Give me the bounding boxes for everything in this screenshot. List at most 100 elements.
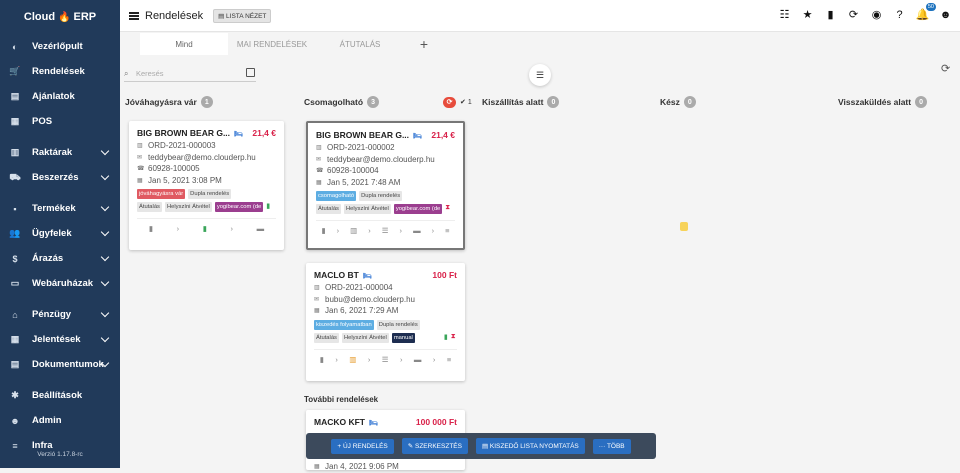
selected-count: ✔ 1 [460,99,472,106]
truck-icon[interactable]: ▬ [414,355,422,364]
column-count: 0 [683,96,696,108]
star-icon[interactable]: ★ [801,8,814,21]
sidebar-item-5[interactable]: ▥ Raktárak [0,140,120,165]
server-icon: ≡ [12,440,18,451]
chevron-down-icon [100,252,110,262]
select-all-checkbox[interactable] [246,68,255,77]
print-picklist-button[interactable]: ▤ KISZEDŐ LISTA NYOMTATÁS [475,438,585,454]
order-card[interactable]: BIG BROWN BEAR G... 🛏 21,4 € ▥ ORD-2021-000… [129,121,284,250]
card-actions: ▮ › ▮ › ▬ [137,218,276,233]
phone-line: ☎ 60928-100004 [316,165,455,177]
filter-button[interactable]: ☰ [529,64,551,86]
delivery-badge: Helyszíni Átvétel [164,202,212,212]
sync-icon[interactable]: ⟳ [847,8,860,21]
envelope-icon: ✉ [314,296,320,303]
sidebar-item-10[interactable]: ▭ Webáruházak [0,271,120,296]
app-logo[interactable]: Cloud 🔥 ERP [0,0,120,34]
sidebar-item-label: Rendelések [32,66,85,77]
sidebar-item-label: Árazás [32,253,64,264]
bed-icon: 🛏 [362,273,372,280]
tab-today[interactable]: MAI RENDELÉSEK [228,33,316,55]
order-card[interactable]: MACLO BT 🛏 100 Ft ▥ ORD-2021-000004 ✉ bubu@d… [306,263,465,381]
chevron-down-icon [100,146,110,156]
warehouse-icon[interactable]: ▥ [349,355,356,364]
filter-icon: ☰ [535,69,545,80]
tab-all[interactable]: Mind [140,33,228,55]
delivery-badge: Helyszíni Átvétel [343,204,391,214]
list-view-button[interactable]: ▤ LISTA NÉZET [213,8,272,23]
new-order-button[interactable]: + ÚJ RENDELÉS [331,438,394,454]
refresh-icon[interactable]: ⟳ [941,62,950,75]
hourglass-icon: ⧗ [445,204,451,211]
card-title: MACKO KFT 🛏 100 000 Ft [314,417,457,427]
sidebar-item-13[interactable]: ▤ Dokumentumok [0,352,120,377]
edit-button[interactable]: ✎ SZERKESZTÉS [401,438,468,454]
sidebar-item-9[interactable]: $ Árazás [0,246,120,271]
done-icon[interactable]: ≡ [445,226,449,235]
sidebar-item-3[interactable]: ▤ Ajánlatok [0,84,120,109]
clear-selection-icon[interactable]: ⟳ [443,96,457,108]
search-field[interactable]: ⌕ Keresés [124,66,256,82]
status-badge: csomagolható [316,191,357,201]
top-icons: ☷ ★ ▮ ⟳ ◉ ? 🔔 50 ☻ [778,3,952,21]
sidebar-item-1[interactable]: ◐ Vezérlőpult [0,34,120,59]
chevron-down-icon [100,202,110,212]
trash-icon[interactable]: ▮ [149,224,153,233]
order-price: 21,4 € [252,128,276,138]
help-icon[interactable]: ? [893,8,906,21]
document-icon[interactable]: ▮ [320,355,324,364]
sidebar-item-2[interactable]: 🛒 Rendelések [0,59,120,84]
sidebar-item-6[interactable]: ⛟ Beszerzés [0,165,120,190]
approve-icon[interactable]: ▮ [203,224,207,233]
bank-icon: ⌂ [12,309,18,320]
tasks-icon[interactable]: ☷ [778,8,791,21]
order-date: Jan 6, 2021 7:29 AM [325,306,399,316]
list-icon[interactable]: ☰ [382,226,389,235]
sidebar-item-label: Termékek [32,203,76,214]
warehouse-icon[interactable]: ▥ [350,226,357,235]
document-icon[interactable]: ▮ [322,226,326,235]
store-badge: manual [391,332,415,343]
building-icon[interactable]: ▮ [824,8,837,21]
order-card-selected[interactable]: BIG BROWN BEAR G... 🛏 21,4 € ▥ ORD-2021-000… [306,121,465,250]
card-title: MACLO BT 🛏 100 Ft [314,270,457,280]
list-view-label: LISTA NÉZET [226,12,267,20]
page-title: Rendelések [145,9,204,22]
bell-icon[interactable]: 🔔 50 [916,3,936,21]
sidebar-item-label: Ügyfelek [32,228,72,239]
list-icon[interactable]: ☰ [382,355,389,364]
column-header-packable: Csomagolható 3 ⟳ ✔ 1 [304,96,472,108]
sidebar-item-4[interactable]: ▦ POS [0,109,120,134]
sidebar-item-label: POS [32,116,53,127]
sidebar-item-11[interactable]: ⌂ Pénzügy [0,302,120,327]
app-version: Verzió 1.17.8-rc [37,451,83,458]
duplicate-badge: Dupla rendelés [188,189,232,199]
order-date: Jan 5, 2021 7:48 AM [327,177,401,187]
sidebar-item-label: Pénzügy [32,309,72,320]
done-icon[interactable]: ≡ [447,355,451,364]
sidebar-item-12[interactable]: ▦ Jelentések [0,327,120,352]
more-button[interactable]: ··· TÖBB [592,438,631,454]
phone-icon: ☎ [316,168,324,175]
column-count: 0 [915,96,928,108]
truck-icon[interactable]: ▬ [413,226,421,235]
tab-transfer[interactable]: ÁTUTALÁS [316,33,404,55]
menu-toggle-icon[interactable] [129,11,139,20]
status-badge: kiszedés folyamatban [314,319,374,330]
sidebar-item-7[interactable]: ▪ Termékek [0,196,120,221]
search-input[interactable]: Keresés [136,69,164,78]
column-title: Kész [660,97,680,107]
sidebar-item-15[interactable]: ☻ Admin [0,408,120,433]
box-icon[interactable]: ▬ [257,224,265,233]
globe-icon[interactable]: ◉ [870,8,883,21]
sidebar-item-8[interactable]: 👥 Ügyfelek [0,221,120,246]
add-tab-button[interactable]: + [404,33,444,55]
bottom-action-bar: + ÚJ RENDELÉS ✎ SZERKESZTÉS ▤ KISZEDŐ LI… [306,433,656,459]
bed-icon: 🛏 [413,133,422,140]
email-line: ✉ bubu@demo.clouderp.hu [314,294,457,306]
sidebar-item-14[interactable]: ✱ Beállítások [0,383,120,408]
sidebar-item-label: Jelentések [32,334,81,345]
order-id: ORD-2021-000002 [327,143,395,153]
user-icon[interactable]: ☻ [939,8,952,21]
card-title: BIG BROWN BEAR G... 🛏 21,4 € [137,128,276,138]
